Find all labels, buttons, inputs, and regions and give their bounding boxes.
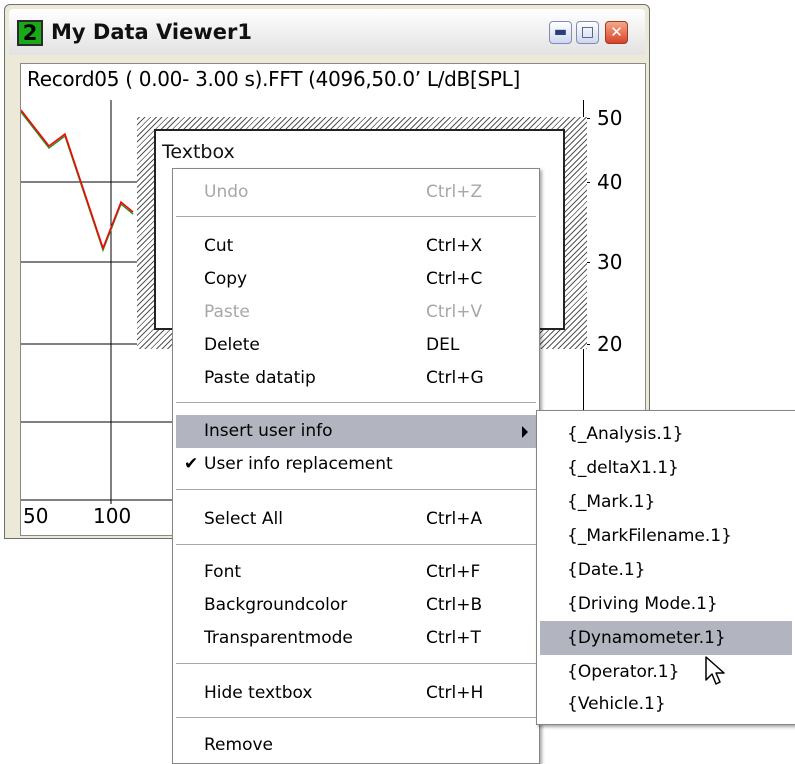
menu-item-cut[interactable]: Cut Ctrl+X <box>176 230 536 263</box>
submenu-item-label: {Driving Mode.1} <box>567 594 718 614</box>
y-tick-label: 40 <box>597 170 623 194</box>
menu-item-shortcut: Ctrl+X <box>426 236 483 256</box>
menu-item-shortcut: Ctrl+T <box>426 628 481 648</box>
submenu-item-label: {Dynamometer.1} <box>567 628 726 648</box>
submenu-item-label: {Operator.1} <box>567 662 680 682</box>
menu-item-label: Backgroundcolor <box>204 595 348 615</box>
menu-item-font[interactable]: Font Ctrl+F <box>176 556 536 589</box>
menu-item-label: Delete <box>204 335 260 355</box>
menu-item-shortcut: Ctrl+Z <box>426 182 483 202</box>
menu-item-label: Cut <box>204 236 234 256</box>
submenu-item-label: {_Analysis.1} <box>567 424 684 444</box>
menu-separator <box>176 402 536 403</box>
menu-item-shortcut: Ctrl+B <box>426 595 483 615</box>
submenu-item[interactable]: {Operator.1} <box>540 655 792 689</box>
submenu-item[interactable]: {Date.1} <box>540 553 792 587</box>
menu-item-paste[interactable]: Paste Ctrl+V <box>176 296 536 329</box>
menu-item-user-info-replacement[interactable]: ✔ User info replacement <box>176 448 536 481</box>
menu-item-select-all[interactable]: Select All Ctrl+A <box>176 503 536 536</box>
submenu-item-highlighted[interactable]: {Dynamometer.1} <box>540 621 792 655</box>
menu-separator <box>176 717 536 718</box>
maximize-icon: □ <box>580 24 595 40</box>
submenu-item[interactable]: {_deltaX1.1} <box>540 451 792 485</box>
menu-item-label: Insert user info <box>204 421 333 441</box>
menu-item-label: Paste <box>204 302 250 322</box>
menu-item-label: Paste datatip <box>204 368 316 388</box>
submenu-item[interactable]: {Vehicle.1} <box>540 687 792 721</box>
menu-item-insert-user-info[interactable]: Insert user info <box>176 415 536 448</box>
submenu-item-label: {Vehicle.1} <box>567 694 666 714</box>
menu-item-label: Remove <box>204 735 273 755</box>
submenu-item[interactable]: {_Analysis.1} <box>540 417 792 451</box>
menu-item-shortcut: DEL <box>426 335 460 355</box>
title-bar[interactable]: 2 My Data Viewer1 ▬ □ ✕ <box>9 9 645 55</box>
window-title: My Data Viewer1 <box>51 20 252 44</box>
submenu-item[interactable]: {_MarkFilename.1} <box>540 519 792 553</box>
viewer-number-badge: 2 <box>17 20 43 46</box>
menu-item-hide-textbox[interactable]: Hide textbox Ctrl+H <box>176 677 536 710</box>
menu-item-backgroundcolor[interactable]: Backgroundcolor Ctrl+B <box>176 589 536 622</box>
submenu-item-label: {Date.1} <box>567 560 646 580</box>
menu-item-label: Font <box>204 562 242 582</box>
menu-item-shortcut: Ctrl+C <box>426 269 483 289</box>
y-tick-label: 30 <box>597 250 623 274</box>
x-tick-label: 100 <box>93 504 132 528</box>
close-icon: ✕ <box>610 23 623 41</box>
user-info-submenu: {_Analysis.1} {_deltaX1.1} {_Mark.1} {_M… <box>536 410 795 725</box>
menu-item-label: Hide textbox <box>204 683 313 703</box>
menu-item-copy[interactable]: Copy Ctrl+C <box>176 263 536 296</box>
submenu-item-label: {_deltaX1.1} <box>567 458 679 478</box>
submenu-arrow-icon <box>522 426 528 438</box>
menu-item-label: User info replacement <box>204 454 393 474</box>
y-tick-label: 20 <box>597 332 623 356</box>
submenu-item[interactable]: {Driving Mode.1} <box>540 587 792 621</box>
submenu-item-label: {_MarkFilename.1} <box>567 526 732 546</box>
menu-item-shortcut: Ctrl+F <box>426 562 481 582</box>
menu-item-label: Transparentmode <box>204 628 353 648</box>
menu-item-paste-datatip[interactable]: Paste datatip Ctrl+G <box>176 362 536 395</box>
textbox-text[interactable]: Textbox <box>162 141 235 163</box>
menu-separator <box>176 489 536 490</box>
menu-item-shortcut: Ctrl+H <box>426 683 484 703</box>
menu-item-undo[interactable]: Undo Ctrl+Z <box>176 176 536 209</box>
menu-item-label: Select All <box>204 509 283 529</box>
menu-separator <box>176 544 536 545</box>
menu-separator <box>176 216 536 217</box>
minimize-icon: ▬ <box>553 24 568 40</box>
x-tick-label: 50 <box>23 504 49 528</box>
menu-item-remove[interactable]: Remove <box>176 729 536 762</box>
series-red <box>21 109 134 251</box>
close-button[interactable]: ✕ <box>605 21 628 44</box>
menu-item-shortcut: Ctrl+G <box>426 368 484 388</box>
minimize-button[interactable]: ▬ <box>549 21 572 44</box>
y-tick-label: 50 <box>597 106 623 130</box>
menu-item-label: Copy <box>204 269 248 289</box>
menu-separator <box>176 663 536 664</box>
maximize-button[interactable]: □ <box>576 21 599 44</box>
menu-item-delete[interactable]: Delete DEL <box>176 329 536 362</box>
mouse-cursor-icon <box>705 656 725 685</box>
menu-item-shortcut: Ctrl+A <box>426 509 483 529</box>
checkmark-icon: ✔ <box>184 454 199 474</box>
submenu-item[interactable]: {_Mark.1} <box>540 485 792 519</box>
submenu-item-label: {_Mark.1} <box>567 492 656 512</box>
menu-item-shortcut: Ctrl+V <box>426 302 483 322</box>
menu-item-label: Undo <box>204 182 249 202</box>
context-menu: Undo Ctrl+Z Cut Ctrl+X Copy Ctrl+C Paste… <box>172 168 540 764</box>
menu-item-transparentmode[interactable]: Transparentmode Ctrl+T <box>176 622 536 655</box>
